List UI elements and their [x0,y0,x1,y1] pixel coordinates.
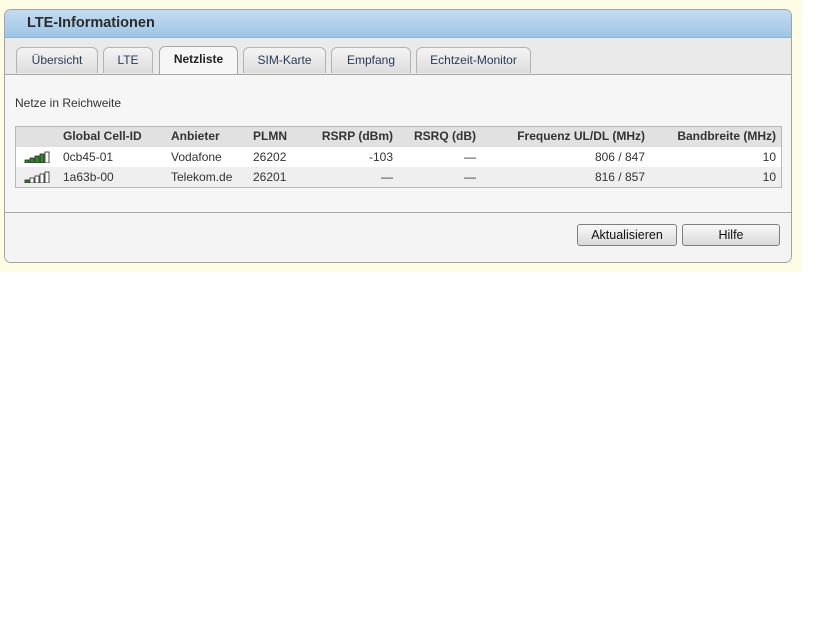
header-rsrp: RSRP (dBm) [321,129,393,143]
table-row: 0cb45-01 Vodafone 26202 -103 — 806 / 847… [16,147,781,167]
signal-bar [34,155,40,163]
tab-uebersicht[interactable]: Übersicht [16,47,98,73]
network-table: Global Cell-ID Anbieter PLMN RSRP (dBm) … [15,126,782,188]
table-row: 1a63b-00 Telekom.de 26201 — — 816 / 857 … [16,167,781,187]
signal-bar [29,157,35,163]
bandwidth: 10 [762,150,776,164]
signal-strength-icon [24,171,50,183]
rsrq: — [464,170,476,184]
header-rsrq: RSRQ (dB) [414,129,476,143]
rsrq: — [464,150,476,164]
signal-bar [39,153,45,163]
header-provider: Anbieter [171,129,220,143]
frequency: 816 / 857 [594,170,645,184]
provider: Vodafone [171,150,222,164]
tab-echtzeit-monitor[interactable]: Echtzeit-Monitor [416,47,531,73]
header-signal [24,127,50,147]
header-plmn: PLMN [253,129,287,143]
signal-strength-icon [24,151,50,163]
section-title: Netze in Reichweite [15,96,122,110]
provider: Telekom.de [171,170,233,184]
plmn: 26202 [253,150,287,164]
tab-bar: Übersicht LTE Netzliste SIM-Karte Empfan… [5,38,791,75]
signal-bar [44,171,50,183]
tab-content: Netze in Reichweite Global Cell-ID Anbie… [5,75,791,213]
panel-title: LTE-Informationen [5,10,791,38]
help-button[interactable]: Hilfe [682,224,780,246]
signal-bar [24,179,30,183]
bandwidth: 10 [762,170,776,184]
lte-info-panel: LTE-Informationen Übersicht LTE Netzlist… [4,9,792,263]
cell-id: 1a63b-00 [63,170,114,184]
cell-id: 0cb45-01 [63,150,114,164]
header-cell-id: Global Cell-ID [63,129,142,143]
tab-sim-karte[interactable]: SIM-Karte [243,47,326,73]
tab-empfang[interactable]: Empfang [331,47,411,73]
button-bar: Aktualisieren Hilfe [5,213,791,262]
rsrp: — [381,170,393,184]
plmn: 26201 [253,170,287,184]
signal-bar [24,159,30,163]
header-bandwidth: Bandbreite (MHz) [677,129,776,143]
signal-bar [44,151,50,163]
header-frequency: Frequenz UL/DL (MHz) [517,129,645,143]
frequency: 806 / 847 [594,150,645,164]
tab-lte[interactable]: LTE [103,47,153,73]
table-header: Global Cell-ID Anbieter PLMN RSRP (dBm) … [16,127,781,147]
rsrp: -103 [368,150,393,164]
signal-bar [39,173,45,183]
refresh-button[interactable]: Aktualisieren [577,224,677,246]
tab-netzliste[interactable]: Netzliste [159,46,238,74]
signal-bar [34,175,40,183]
signal-bar [29,177,35,183]
